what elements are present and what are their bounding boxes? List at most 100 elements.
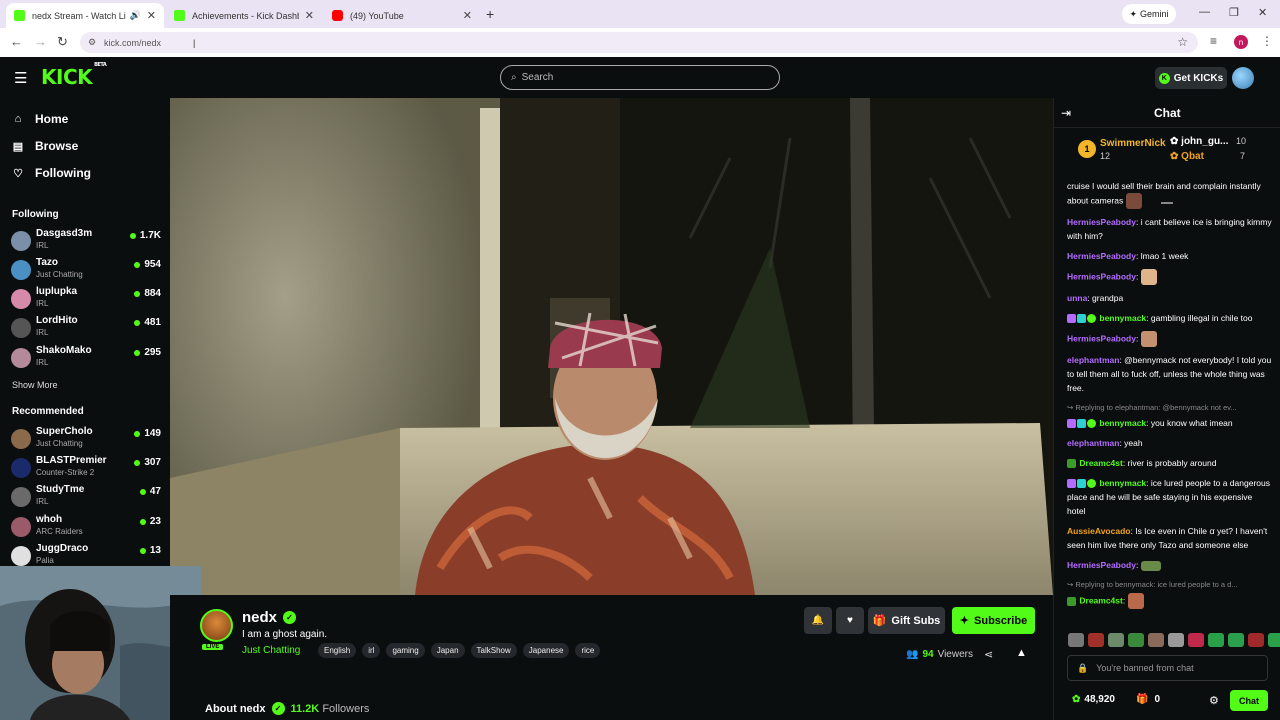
sidebar-channel[interactable]: Tazo Just Chatting 954 bbox=[11, 257, 161, 285]
close-tab-icon[interactable]: ✕ bbox=[147, 9, 156, 22]
browser-menu-icon[interactable]: ⋮ bbox=[1261, 34, 1273, 48]
sidebar-channel[interactable]: Dasgasd3m IRL 1.7K bbox=[11, 228, 161, 256]
leader-count: 12 bbox=[1100, 151, 1111, 161]
chat-message: HermiesPeabody: i cant believe ice is br… bbox=[1067, 217, 1272, 241]
chat-username[interactable]: Dreamc4st bbox=[1079, 458, 1122, 468]
badge-icon bbox=[1067, 314, 1076, 324]
chat-username[interactable]: HermiesPeabody bbox=[1067, 251, 1136, 261]
tag[interactable]: TalkShow bbox=[470, 643, 517, 658]
leader-name[interactable]: john_gu... bbox=[1181, 136, 1228, 147]
chat-message: AussieAvocado: Is Ice even in Chile ꭤ ye… bbox=[1067, 526, 1268, 550]
emote-icon[interactable] bbox=[1128, 633, 1144, 647]
reload-icon[interactable]: ↻ bbox=[57, 34, 68, 50]
tag[interactable]: rice bbox=[575, 643, 601, 658]
emote-icon[interactable] bbox=[1168, 633, 1184, 647]
emote-icon[interactable] bbox=[1248, 633, 1264, 647]
media-control-icon[interactable]: ≡ bbox=[1210, 34, 1217, 48]
chat-username[interactable]: elephantman bbox=[1067, 438, 1119, 448]
bookmark-star-icon[interactable]: ☆ bbox=[1177, 35, 1188, 49]
new-tab-icon[interactable]: + bbox=[486, 6, 494, 22]
tag[interactable]: Japanese bbox=[522, 643, 570, 658]
emote-icon[interactable] bbox=[1108, 633, 1124, 647]
channel-points[interactable]: ✿ 48,920 bbox=[1072, 694, 1115, 705]
show-more-link[interactable]: Show More bbox=[12, 380, 58, 390]
kick-logo[interactable]: KICK BETA bbox=[41, 62, 107, 89]
video-player[interactable] bbox=[170, 98, 1053, 595]
tag[interactable]: English bbox=[318, 643, 357, 658]
user-avatar[interactable] bbox=[1232, 67, 1254, 89]
browser-tab-youtube[interactable]: (49) YouTube ✕ bbox=[324, 3, 480, 28]
speaker-icon[interactable]: 🔊 bbox=[130, 10, 141, 21]
emote-icon[interactable] bbox=[1228, 633, 1244, 647]
close-window-icon[interactable]: ✕ bbox=[1258, 6, 1267, 19]
emote-icon[interactable] bbox=[1188, 633, 1204, 647]
gemini-sparkle-icon: ✦ bbox=[1129, 8, 1138, 19]
sidebar-channel[interactable]: ShakoMako IRL 295 bbox=[11, 345, 161, 373]
emote-icon[interactable] bbox=[1268, 633, 1280, 647]
restore-icon[interactable]: ❐ bbox=[1229, 6, 1239, 19]
collapse-chat-icon[interactable]: ⇥ bbox=[1061, 106, 1071, 120]
chat-username[interactable]: bennymack bbox=[1099, 478, 1146, 488]
site-info-icon[interactable]: ⚙ bbox=[88, 37, 96, 48]
chat-username[interactable]: bennymack bbox=[1099, 418, 1146, 428]
sidebar-channel[interactable]: SuperCholo Just Chatting 149 bbox=[11, 426, 161, 454]
subscribe-button[interactable]: ✦ Subscribe bbox=[952, 607, 1035, 634]
sidebar-nav-following[interactable]: ♡ Following bbox=[12, 166, 91, 180]
back-arrow-icon[interactable]: ← bbox=[10, 34, 23, 49]
chat-message: ↪ Replying to elephantman: @bennymack no… bbox=[1067, 401, 1272, 430]
tag[interactable]: irl bbox=[362, 643, 381, 658]
reply-context[interactable]: ↪ Replying to bennymack: ice lured peopl… bbox=[1067, 578, 1272, 592]
sidebar-channel[interactable]: BLASTPremier Counter-Strike 2 307 bbox=[11, 455, 161, 483]
emote-icon[interactable] bbox=[1088, 633, 1104, 647]
close-tab-icon[interactable]: ✕ bbox=[305, 9, 314, 22]
chat-messages: cruise I would sell their brain and comp… bbox=[1067, 179, 1272, 639]
sidebar-nav-browse[interactable]: ▤ Browse bbox=[12, 139, 79, 153]
chat-username[interactable]: bennymack bbox=[1099, 313, 1146, 323]
tag[interactable]: gaming bbox=[386, 643, 425, 658]
streamer-avatar[interactable] bbox=[200, 609, 233, 642]
chat-username[interactable]: HermiesPeabody bbox=[1067, 333, 1136, 343]
chat-settings-gear-icon[interactable]: ⚙ bbox=[1209, 694, 1219, 707]
chat-username[interactable]: HermiesPeabody bbox=[1067, 217, 1136, 227]
emote-icon[interactable] bbox=[1208, 633, 1224, 647]
address-bar[interactable]: ⚙ kick.com/nedx | ☆ bbox=[80, 32, 1198, 53]
viewers-icon: 👥 bbox=[906, 649, 919, 660]
tag[interactable]: Japan bbox=[430, 643, 465, 658]
channel-name[interactable]: nedx bbox=[242, 609, 277, 626]
sidebar-channel[interactable]: whoh ARC Raiders 23 bbox=[11, 514, 161, 542]
sidebar-nav-home[interactable]: ⌂ Home bbox=[12, 112, 69, 126]
notification-bell-button[interactable]: 🔔 bbox=[804, 607, 832, 634]
browser-tab-bar: nedx Stream - Watch Live o... 🔊 ✕ Achiev… bbox=[0, 0, 1280, 28]
gift-counter[interactable]: 🎁 0 bbox=[1136, 694, 1160, 705]
search-input[interactable]: ⌕ Search bbox=[500, 65, 780, 90]
get-kicks-button[interactable]: K Get KICKs bbox=[1155, 67, 1227, 89]
leader-name[interactable]: Qbat bbox=[1181, 151, 1204, 162]
close-tab-icon[interactable]: ✕ bbox=[463, 9, 472, 22]
chat-username[interactable]: AussieAvocado bbox=[1067, 526, 1130, 536]
leader-name[interactable]: SwimmerNick bbox=[1100, 138, 1166, 149]
browser-profile-avatar[interactable]: n bbox=[1234, 35, 1248, 49]
menu-hamburger-icon[interactable]: ☰ bbox=[14, 69, 27, 87]
minimize-icon[interactable]: — bbox=[1199, 6, 1210, 18]
chat-username[interactable]: unna bbox=[1067, 293, 1087, 303]
chat-username[interactable]: Dreamc4st bbox=[1079, 595, 1122, 605]
gemini-button[interactable]: ✦ Gemini bbox=[1122, 4, 1176, 24]
emote-icon[interactable] bbox=[1068, 633, 1084, 647]
reply-context[interactable]: ↪ Replying to elephantman: @bennymack no… bbox=[1067, 401, 1272, 415]
sidebar-channel[interactable]: StudyTme IRL 47 bbox=[11, 484, 161, 512]
send-chat-button[interactable]: Chat bbox=[1230, 690, 1268, 711]
follow-heart-button[interactable]: ♥ bbox=[836, 607, 864, 634]
stream-category-link[interactable]: Just Chatting bbox=[242, 645, 300, 656]
report-icon[interactable]: ▲ bbox=[1016, 647, 1027, 659]
chat-username[interactable]: HermiesPeabody bbox=[1067, 271, 1136, 281]
forward-arrow-icon[interactable]: → bbox=[34, 34, 47, 49]
sidebar-channel[interactable]: luplupka IRL 884 bbox=[11, 286, 161, 314]
emote-icon[interactable] bbox=[1148, 633, 1164, 647]
sidebar-channel[interactable]: LordHito IRL 481 bbox=[11, 315, 161, 343]
chat-username[interactable]: elephantman bbox=[1067, 355, 1119, 365]
gift-subs-button[interactable]: 🎁 Gift Subs bbox=[868, 607, 945, 634]
browser-tab-nedx[interactable]: nedx Stream - Watch Live o... 🔊 ✕ bbox=[6, 3, 164, 28]
browser-tab-achievements[interactable]: Achievements - Kick Dashboard ✕ bbox=[166, 3, 322, 28]
chat-username[interactable]: HermiesPeabody bbox=[1067, 560, 1136, 570]
share-icon[interactable]: ⋖ bbox=[984, 648, 993, 661]
